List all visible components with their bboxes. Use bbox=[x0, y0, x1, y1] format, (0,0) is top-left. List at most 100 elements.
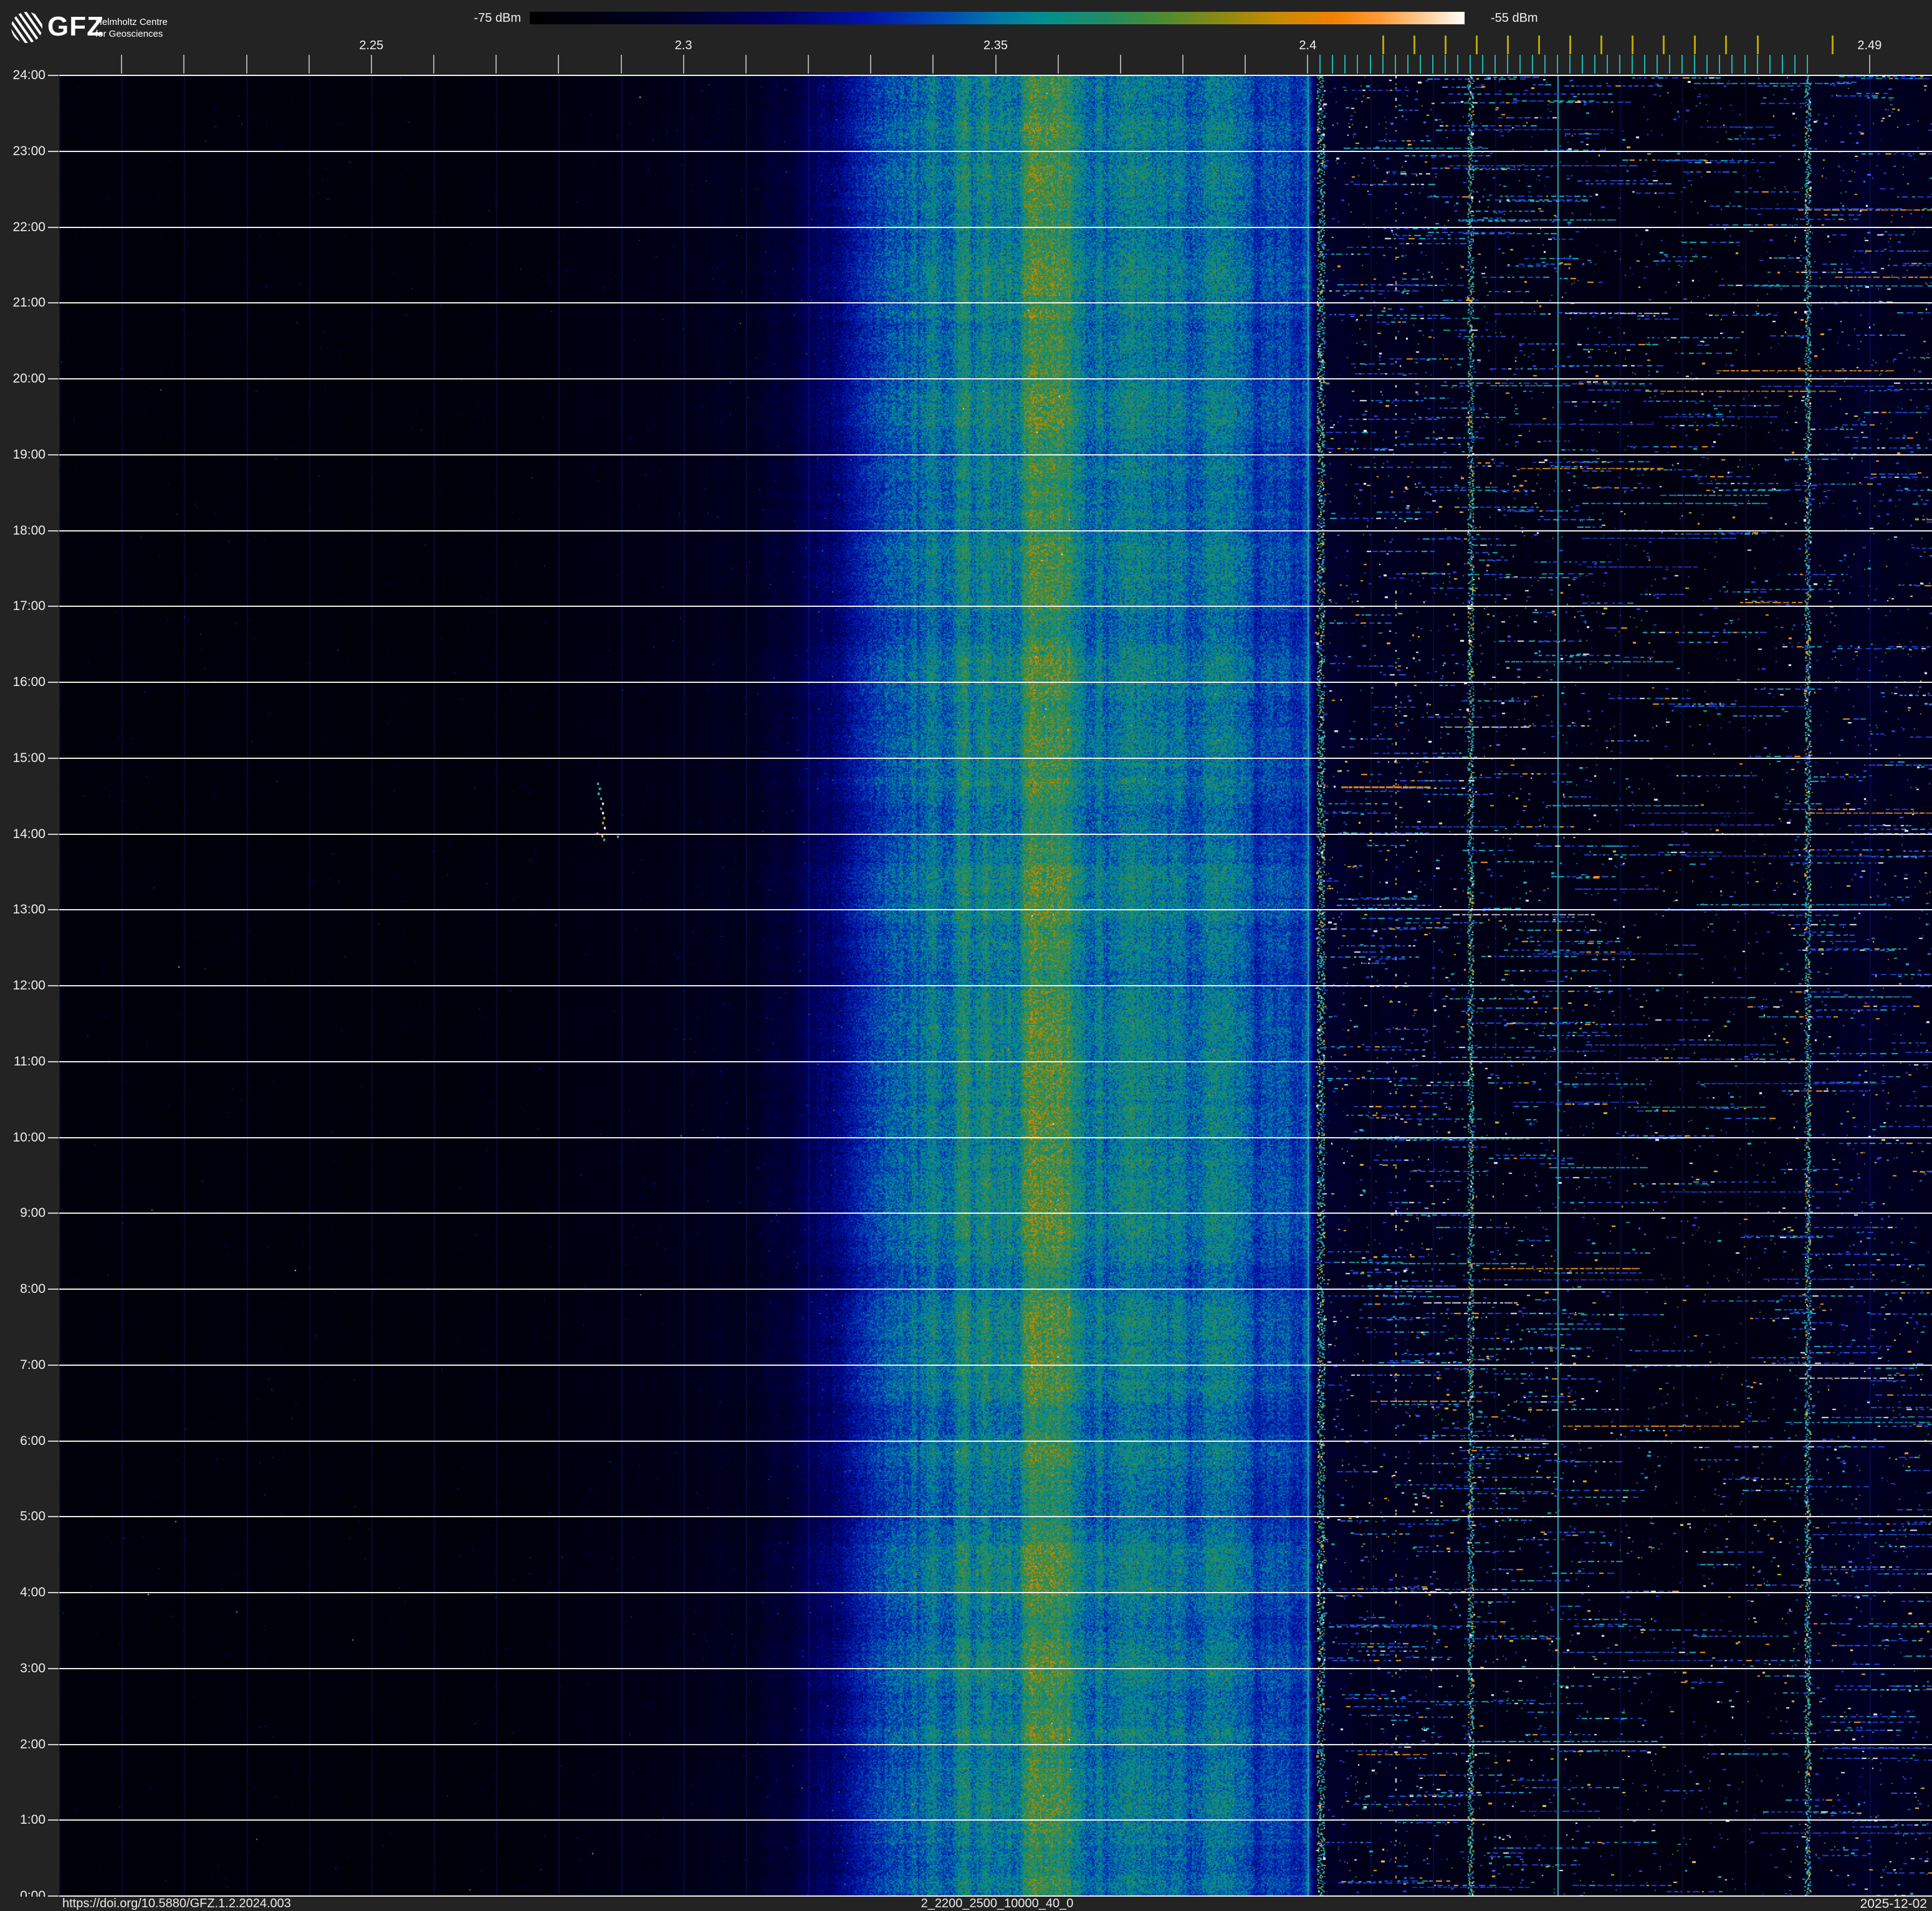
freq-minor-tick bbox=[495, 55, 497, 74]
ble-channel-tick bbox=[1582, 55, 1584, 74]
freq-minor-tick bbox=[308, 55, 310, 74]
freq-minor-tick bbox=[558, 55, 560, 74]
ble-channel-tick bbox=[1607, 55, 1609, 74]
ble-channel-tick bbox=[1344, 55, 1346, 74]
time-axis-tick bbox=[48, 150, 59, 152]
ble-channel-tick bbox=[1619, 55, 1621, 74]
frequency-axis: 2.25 2.3 2.35 2.4 2.49 bbox=[0, 0, 1932, 75]
spectrogram-plot[interactable] bbox=[59, 75, 1932, 1897]
wifi-channel-tick bbox=[1725, 36, 1728, 54]
time-axis-label: 5:00 bbox=[20, 1509, 45, 1524]
time-axis-label: 11:00 bbox=[14, 1054, 45, 1069]
ble-channel-tick bbox=[1407, 55, 1408, 74]
ble-channel-tick bbox=[1432, 55, 1433, 74]
ble-channel-tick bbox=[1594, 55, 1596, 74]
ble-channel-tick bbox=[1806, 55, 1808, 74]
hour-gridline bbox=[59, 606, 1932, 608]
freq-minor-tick bbox=[246, 55, 247, 74]
time-axis-label: 13:00 bbox=[12, 902, 45, 917]
time-axis-label: 14:00 bbox=[12, 826, 45, 841]
freq-minor-tick bbox=[808, 55, 809, 74]
freq-minor-tick bbox=[1307, 55, 1309, 74]
time-axis-tick bbox=[48, 1364, 59, 1366]
hour-gridline bbox=[59, 909, 1932, 911]
freq-minor-tick bbox=[121, 55, 123, 74]
hour-gridline bbox=[59, 226, 1932, 228]
wifi-channel-tick bbox=[1663, 36, 1665, 54]
freq-minor-tick bbox=[433, 55, 434, 74]
freq-minor-tick bbox=[1057, 55, 1059, 74]
hour-gridline bbox=[59, 1743, 1932, 1745]
time-axis-tick bbox=[48, 606, 59, 608]
time-axis-label: 6:00 bbox=[20, 1433, 45, 1448]
wifi-channel-tick bbox=[1831, 36, 1834, 54]
ble-channel-tick bbox=[1744, 55, 1746, 74]
ble-channel-tick bbox=[1481, 55, 1483, 74]
hour-gridline bbox=[59, 1819, 1932, 1821]
time-axis-label: 9:00 bbox=[20, 1206, 45, 1221]
time-axis-tick bbox=[48, 1819, 59, 1821]
ble-channel-tick bbox=[1419, 55, 1421, 74]
wifi-channel-tick bbox=[1694, 36, 1696, 54]
ble-channel-tick bbox=[1632, 55, 1633, 74]
time-axis-label: 3:00 bbox=[20, 1661, 45, 1675]
hour-gridline bbox=[59, 1667, 1932, 1669]
ble-channel-tick bbox=[1444, 55, 1446, 74]
ble-channel-tick bbox=[1506, 55, 1508, 74]
time-axis-tick bbox=[48, 1289, 59, 1290]
time-axis-tick bbox=[48, 1743, 59, 1745]
ble-channel-tick bbox=[1544, 55, 1546, 74]
ble-channel-tick bbox=[1357, 55, 1359, 74]
hour-gridline bbox=[59, 1592, 1932, 1593]
freq-minor-tick bbox=[870, 55, 872, 74]
ble-channel-tick bbox=[1369, 55, 1371, 74]
time-axis-label: 17:00 bbox=[12, 599, 45, 614]
hour-gridline bbox=[59, 150, 1932, 152]
ble-channel-tick bbox=[1531, 55, 1533, 74]
time-axis-tick bbox=[48, 378, 59, 379]
doi-link[interactable]: https://doi.org/10.5880/GFZ.1.2.2024.003 bbox=[62, 1897, 291, 1910]
time-axis-tick bbox=[48, 757, 59, 759]
ble-channel-tick bbox=[1706, 55, 1708, 74]
ble-channel-tick bbox=[1781, 55, 1783, 74]
freq-minor-tick bbox=[682, 55, 684, 74]
freq-axis-label: 2.3 bbox=[674, 39, 692, 52]
hour-gridline bbox=[59, 1137, 1932, 1138]
wifi-channel-tick bbox=[1382, 36, 1384, 54]
hour-gridline bbox=[59, 1213, 1932, 1214]
time-axis-tick bbox=[48, 1592, 59, 1593]
hour-gridline bbox=[59, 757, 1932, 759]
time-axis-tick bbox=[48, 302, 59, 304]
hour-gridline bbox=[59, 985, 1932, 986]
time-axis-tick bbox=[48, 75, 59, 76]
wifi-channel-tick bbox=[1569, 36, 1572, 54]
dataset-id: 2_2200_2500_10000_40_0 bbox=[921, 1897, 1074, 1910]
time-axis-label: 4:00 bbox=[20, 1585, 45, 1599]
time-axis-tick bbox=[48, 1213, 59, 1214]
ble-channel-tick bbox=[1681, 55, 1683, 74]
date-label: 2025-12-02 bbox=[1860, 1897, 1927, 1911]
time-axis-tick bbox=[48, 985, 59, 986]
ble-channel-tick bbox=[1719, 55, 1721, 74]
time-axis-label: 20:00 bbox=[12, 371, 45, 386]
freq-minor-tick bbox=[370, 55, 372, 74]
time-axis-label: 24:00 bbox=[12, 68, 45, 82]
ble-channel-tick bbox=[1569, 55, 1571, 74]
ble-channel-tick bbox=[1519, 55, 1521, 74]
wifi-channel-tick bbox=[1600, 36, 1603, 54]
ble-channel-tick bbox=[1394, 55, 1396, 74]
wifi-channel-tick bbox=[1475, 36, 1478, 54]
hour-gridline bbox=[59, 75, 1932, 76]
ble-channel-tick bbox=[1694, 55, 1696, 74]
freq-minor-tick bbox=[1245, 55, 1246, 74]
ble-channel-tick bbox=[1382, 55, 1384, 74]
hour-gridline bbox=[59, 833, 1932, 835]
ble-channel-tick bbox=[1319, 55, 1321, 74]
time-axis-label: 8:00 bbox=[20, 1282, 45, 1296]
hour-gridline bbox=[59, 1364, 1932, 1366]
time-axis-tick bbox=[48, 1137, 59, 1138]
time-axis-label: 12:00 bbox=[12, 978, 45, 993]
time-axis-tick bbox=[48, 454, 59, 455]
hour-gridline bbox=[59, 302, 1932, 304]
time-axis-label: 16:00 bbox=[12, 675, 45, 689]
